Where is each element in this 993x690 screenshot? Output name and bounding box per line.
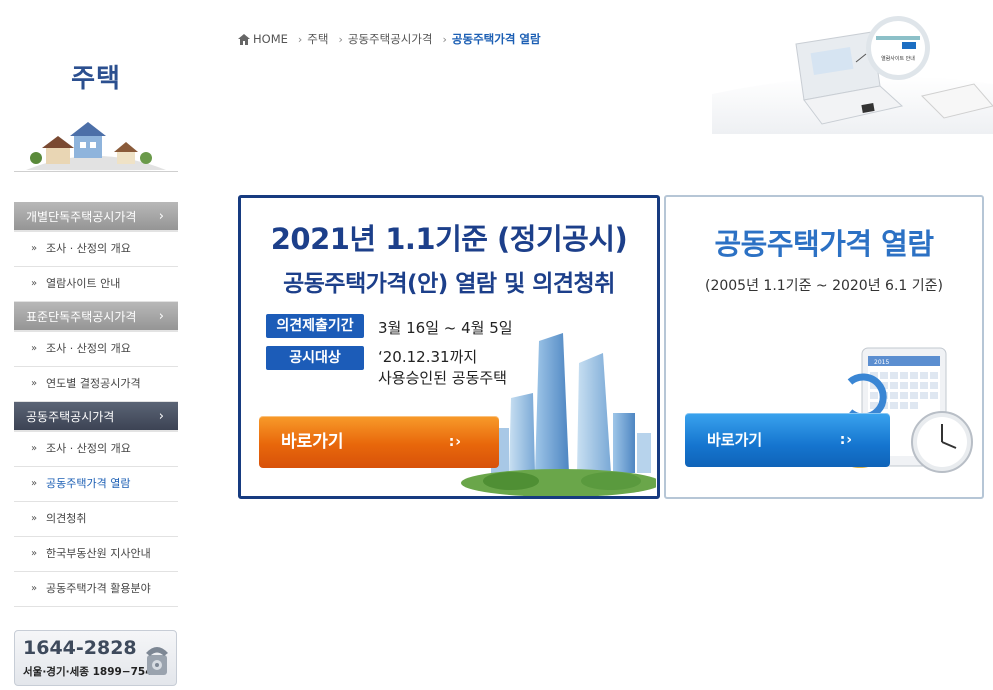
double-chevron-right-icon: : › [839, 432, 852, 448]
breadcrumb-separator-icon: › [297, 32, 303, 46]
menu-item-survey-overview[interactable]: » 조사 · 산정의 개요 [14, 332, 178, 367]
regular-notice-panel: 2021년 1.1기준 (정기공시) 공동주택가격(안) 열람 및 의견청취 의… [238, 195, 660, 499]
bullet-icon: » [31, 343, 38, 354]
button-label: 바로가기 [707, 431, 763, 449]
menu-item-site-guide[interactable]: » 열람사이트 안내 [14, 267, 178, 302]
illustration-caption: 열람사이트 안내 [881, 55, 915, 62]
sidebar-title: 주택 [71, 64, 121, 94]
chevron-right-icon: › [158, 309, 164, 324]
home-icon [238, 33, 250, 45]
menu-item-label: 조사 · 산정의 개요 [46, 242, 131, 255]
notice-target-tag: 공시대상 [266, 346, 364, 370]
phone-number-regional: 서울·경기·세종 1899−7541 [23, 666, 160, 678]
menu-item-label: 조사 · 산정의 개요 [46, 342, 131, 355]
menu-group-individual-house[interactable]: 개별단독주택공시가격 › [14, 202, 178, 232]
page: 주택 개별단독주택공시가격 › » 조사 · 산정의 개요 » 열람사이트 안내… [0, 0, 993, 690]
menu-group-standard-house[interactable]: 표준단독주택공시가격 › [14, 302, 178, 332]
bullet-icon: » [31, 548, 38, 559]
menu-item-label: 공동주택가격 활용분야 [46, 582, 151, 595]
bullet-icon: » [31, 378, 38, 389]
menu-item-branch-guide[interactable]: » 한국부동산원 지사안내 [14, 537, 178, 572]
breadcrumb: HOME › 주택 › 공동주택공시가격 › 공동주택가격 열람 [238, 31, 541, 47]
go-to-regular-notice-button[interactable]: 바로가기 : › [259, 416, 499, 468]
panel-subtitle: (2005년 1.1기준 ~ 2020년 6.1 기준) [705, 278, 943, 294]
breadcrumb-separator-icon: › [338, 32, 343, 46]
menu-group-label: 표준단독주택공시가격 [26, 310, 137, 324]
menu-group-apartment[interactable]: 공동주택공시가격 › [14, 402, 178, 432]
double-chevron-right-icon: : › [448, 434, 461, 450]
price-view-panel: 공동주택가격 열람 (2005년 1.1기준 ~ 2020년 6.1 기준) 2… [664, 195, 984, 499]
go-to-price-view-button[interactable]: 바로가기 : › [685, 413, 890, 467]
menu-item-survey-overview[interactable]: » 조사 · 산정의 개요 [14, 232, 178, 267]
menu-item-label: 조사 · 산정의 개요 [46, 442, 131, 455]
sidebar-menu: 개별단독주택공시가격 › » 조사 · 산정의 개요 » 열람사이트 안내 표준… [14, 202, 178, 607]
bullet-icon: » [31, 443, 38, 454]
breadcrumb-current: 공동주택가격 열람 [451, 32, 541, 46]
menu-group-label: 공동주택공시가격 [26, 410, 115, 424]
menu-item-label: 의견청취 [46, 512, 87, 525]
bullet-icon: » [31, 583, 38, 594]
tablet-year: 2015 [874, 359, 889, 366]
button-label: 바로가기 [281, 432, 344, 452]
telephone-icon [146, 647, 168, 675]
menu-item-yearly-prices[interactable]: » 연도별 결정공시가격 [14, 367, 178, 402]
breadcrumb-separator-icon: › [442, 32, 447, 46]
menu-item-label: 연도별 결정공시가격 [46, 377, 141, 390]
sidebar-divider [14, 171, 178, 172]
bullet-icon: » [31, 243, 38, 254]
menu-group-label: 개별단독주택공시가격 [26, 210, 137, 224]
chevron-right-icon: › [158, 209, 164, 224]
panel-title: 2021년 1.1기준 (정기공시) [270, 222, 628, 256]
breadcrumb-item-house[interactable]: 주택 [307, 31, 328, 47]
menu-item-survey-overview[interactable]: » 조사 · 산정의 개요 [14, 432, 178, 467]
laptop-illustration: 열람사이트 안내 [712, 16, 993, 134]
panel-subtitle: 공동주택가격(안) 열람 및 의견청취 [283, 271, 615, 297]
menu-item-opinion-hearing[interactable]: » 의견청취 [14, 502, 178, 537]
bullet-icon: » [31, 513, 38, 524]
houses-illustration [16, 122, 176, 172]
breadcrumb-home[interactable]: HOME [253, 32, 288, 46]
menu-item-usage-fields[interactable]: » 공동주택가격 활용분야 [14, 572, 178, 607]
bullet-icon: » [31, 278, 38, 289]
phone-contact-box: 1644-2828 서울·경기·세종 1899−7541 [14, 630, 177, 686]
phone-number: 1644-2828 [23, 637, 137, 659]
panel-title: 공동주택가격 열람 [714, 227, 934, 261]
bullet-icon: » [31, 478, 38, 489]
menu-item-apartment-price-view[interactable]: » 공동주택가격 열람 [14, 467, 178, 502]
menu-item-label: 한국부동산원 지사안내 [46, 547, 151, 560]
breadcrumb-item-apartment[interactable]: 공동주택공시가격 [348, 31, 433, 47]
opinion-period-tag: 의견제출기간 [266, 314, 364, 338]
menu-item-label: 공동주택가격 열람 [46, 477, 131, 490]
menu-item-label: 열람사이트 안내 [46, 277, 121, 290]
chevron-right-icon: › [158, 409, 164, 424]
